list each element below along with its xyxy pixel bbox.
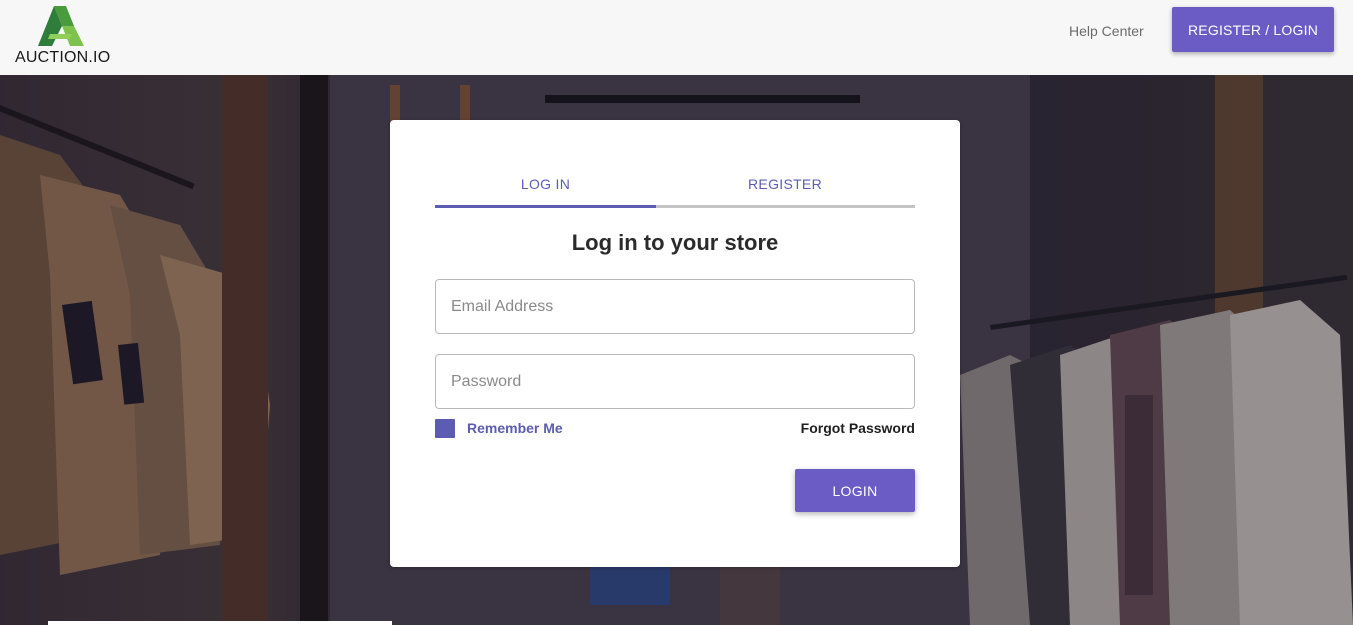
auction-logo-icon [38,6,84,46]
password-input[interactable] [435,354,915,409]
bottom-scrollbar[interactable] [48,621,392,625]
form-title: Log in to your store [571,230,779,255]
brand-logo[interactable]: AUCTION.IO [14,6,114,68]
register-login-button[interactable]: REGISTER / LOGIN [1172,7,1334,52]
tab-register[interactable]: REGISTER [675,172,895,205]
help-center-link[interactable]: Help Center [1069,23,1144,39]
page: AUCTION.IO Help Center REGISTER / LOGIN [0,0,1353,625]
login-card: LOG IN REGISTER Log in to your store Rem… [390,120,960,567]
email-input[interactable] [435,279,915,334]
auth-tabs: LOG IN REGISTER [435,172,915,208]
remember-me-checkbox[interactable]: Remember Me [435,418,563,438]
remember-me-label[interactable]: Remember Me [467,420,563,436]
brand-name: AUCTION.IO [15,49,111,66]
tab-log-in[interactable]: LOG IN [435,172,656,205]
active-tab-indicator [435,205,656,208]
top-navbar: AUCTION.IO Help Center REGISTER / LOGIN [0,0,1353,75]
forgot-password-link[interactable]: Forgot Password [801,420,915,436]
checkbox-box[interactable] [435,418,455,438]
login-submit-button[interactable]: LOGIN [795,469,915,512]
